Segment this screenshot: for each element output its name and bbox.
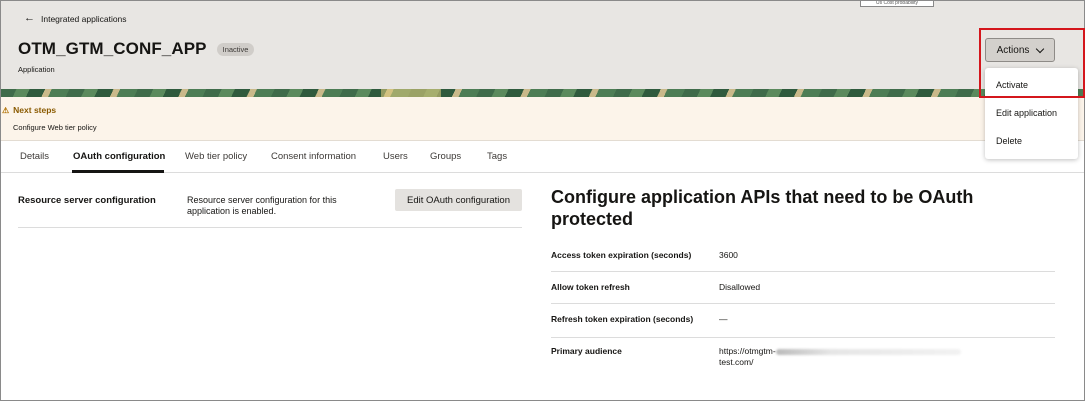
warning-triangle-icon: ⚠ bbox=[2, 105, 10, 115]
next-steps-panel: ⚠ Next steps Configure Web tier policy bbox=[1, 97, 1084, 141]
tab-details[interactable]: Details bbox=[20, 151, 49, 162]
menu-item-delete[interactable]: Delete bbox=[996, 136, 1022, 146]
tooltip-fragment: Us Cost probability bbox=[860, 1, 934, 7]
tab-bar: Details OAuth configuration Web tier pol… bbox=[1, 141, 1084, 173]
menu-item-activate[interactable]: Activate bbox=[996, 80, 1028, 90]
chevron-down-icon bbox=[1036, 44, 1045, 53]
kv-row-primary-audience: Primary audience https://otmgtm- test.co… bbox=[551, 346, 1055, 376]
tab-tags[interactable]: Tags bbox=[487, 151, 507, 162]
tab-oauth-configuration[interactable]: OAuth configuration bbox=[73, 151, 165, 162]
kv-key: Access token expiration (seconds) bbox=[551, 250, 692, 260]
tab-groups[interactable]: Groups bbox=[430, 151, 461, 162]
kv-row-refresh-token-expiration: Refresh token expiration (seconds) — bbox=[551, 314, 1055, 338]
kv-value: — bbox=[719, 314, 728, 324]
kv-value: Disallowed bbox=[719, 282, 761, 292]
page-header: ← Integrated applications OTM_GTM_CONF_A… bbox=[1, 1, 1084, 89]
kv-key: Primary audience bbox=[551, 346, 622, 356]
resource-server-label: Resource server configuration bbox=[18, 195, 156, 206]
redacted-text bbox=[775, 348, 961, 355]
kv-row-access-token-expiration: Access token expiration (seconds) 3600 bbox=[551, 250, 1055, 272]
page-subtitle: Application bbox=[18, 65, 55, 74]
kv-value: https://otmgtm- test.com/ bbox=[719, 346, 1019, 368]
active-tab-indicator bbox=[72, 170, 164, 173]
resource-server-description: Resource server configuration for this a… bbox=[187, 195, 337, 216]
edit-oauth-configuration-button[interactable]: Edit OAuth configuration bbox=[395, 189, 522, 211]
arrow-left-icon: ← bbox=[24, 12, 35, 24]
tab-users[interactable]: Users bbox=[383, 151, 408, 162]
back-link-label: Integrated applications bbox=[41, 13, 127, 24]
kv-value: 3600 bbox=[719, 250, 738, 260]
next-steps-title: ⚠ Next steps bbox=[2, 105, 56, 115]
kv-key: Refresh token expiration (seconds) bbox=[551, 314, 694, 324]
actions-menu: Activate Edit application Delete bbox=[985, 68, 1078, 159]
audience-url-line2: test.com/ bbox=[719, 357, 754, 367]
next-steps-text[interactable]: Configure Web tier policy bbox=[13, 123, 97, 132]
actions-button-label: Actions bbox=[996, 44, 1030, 56]
tab-consent-information[interactable]: Consent information bbox=[271, 151, 356, 162]
back-link[interactable]: ← Integrated applications bbox=[24, 13, 127, 24]
status-badge: Inactive bbox=[216, 42, 255, 56]
audience-url-line1: https://otmgtm- bbox=[719, 346, 776, 356]
page-title: OTM_GTM_CONF_APP bbox=[18, 39, 207, 58]
next-steps-title-text: Next steps bbox=[13, 105, 57, 115]
banner-image bbox=[1, 89, 1084, 97]
main-content: Resource server configuration Resource s… bbox=[1, 174, 1084, 400]
menu-item-edit-application[interactable]: Edit application bbox=[996, 108, 1057, 118]
title-row: OTM_GTM_CONF_APP Inactive bbox=[18, 39, 255, 59]
kv-row-allow-token-refresh: Allow token refresh Disallowed bbox=[551, 282, 1055, 304]
kv-key: Allow token refresh bbox=[551, 282, 630, 292]
configure-title: Configure application APIs that need to … bbox=[551, 187, 974, 229]
actions-button[interactable]: Actions bbox=[985, 38, 1055, 62]
divider bbox=[18, 227, 522, 228]
tab-web-tier-policy[interactable]: Web tier policy bbox=[185, 151, 247, 162]
